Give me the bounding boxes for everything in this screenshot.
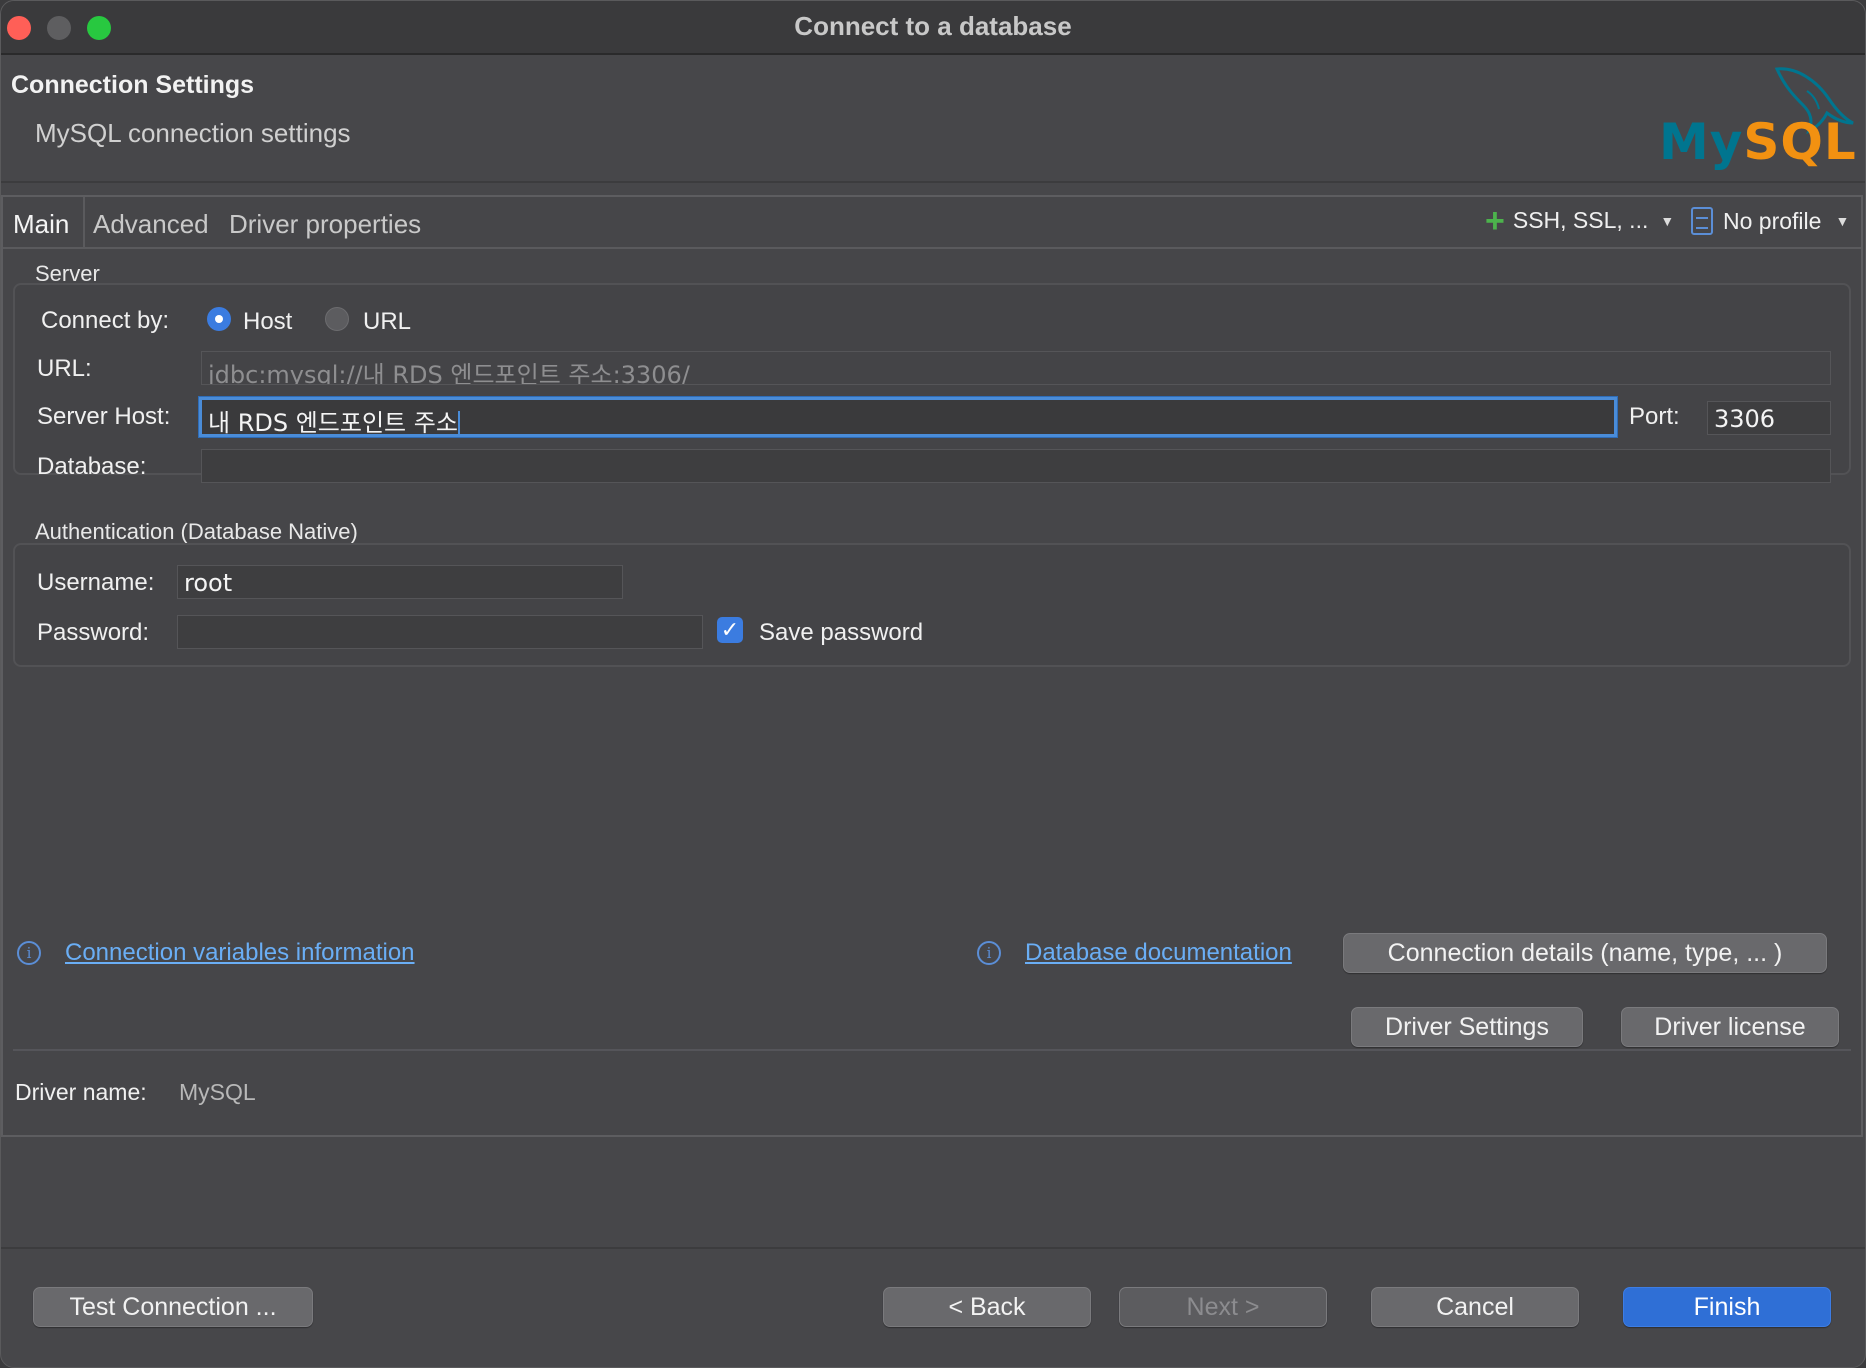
next-button[interactable]: Next >: [1119, 1287, 1327, 1327]
driver-settings-button[interactable]: Driver Settings: [1351, 1007, 1583, 1047]
document-icon: [1691, 207, 1713, 235]
ssh-ssl-dropdown[interactable]: + SSH, SSL, ... ▼: [1485, 201, 1675, 240]
test-connection-button[interactable]: Test Connection ...: [33, 1287, 313, 1327]
database-documentation-link[interactable]: Database documentation: [1025, 939, 1292, 967]
tab-driver-properties[interactable]: Driver properties: [229, 209, 421, 240]
username-label: Username:: [37, 569, 155, 596]
connection-variables-link[interactable]: Connection variables information: [65, 939, 415, 967]
url-radio-label[interactable]: URL: [363, 308, 411, 336]
connect-dialog: Connect to a database Connection Setting…: [0, 0, 1866, 1368]
info-icon: i: [17, 941, 41, 965]
database-label: Database:: [37, 453, 147, 480]
settings-panel: Main Advanced Driver properties + SSH, S…: [1, 195, 1863, 1137]
database-field[interactable]: [201, 449, 1831, 483]
info-icon: i: [977, 941, 1001, 965]
url-label: URL:: [37, 355, 92, 382]
host-radio-label[interactable]: Host: [243, 308, 292, 336]
save-password-label[interactable]: Save password: [759, 619, 923, 647]
title-bar: Connect to a database: [1, 1, 1865, 55]
url-field: jdbc:mysql://내 RDS 엔드포인트 주소:3306/: [201, 351, 1831, 385]
page-subtitle: MySQL connection settings: [35, 118, 351, 148]
url-radio[interactable]: [325, 307, 349, 331]
connect-by-label: Connect by:: [41, 307, 170, 334]
footer-divider: [1, 1247, 1865, 1249]
header-divider: [1, 181, 1865, 183]
port-field[interactable]: 3306: [1707, 401, 1831, 435]
profile-label: No profile: [1723, 207, 1822, 234]
auth-group-label: Authentication (Database Native): [35, 519, 358, 544]
mysql-logo: MySQL: [1659, 113, 1857, 171]
tab-advanced[interactable]: Advanced: [93, 209, 209, 240]
port-label: Port:: [1629, 403, 1680, 430]
plus-icon: +: [1485, 201, 1505, 240]
username-field[interactable]: root: [177, 565, 623, 599]
profile-dropdown[interactable]: No profile ▼: [1691, 207, 1849, 235]
password-field[interactable]: [177, 615, 703, 649]
window-title: Connect to a database: [794, 11, 1072, 41]
chevron-down-icon: ▼: [1660, 212, 1675, 229]
tab-bar: Main Advanced Driver properties + SSH, S…: [3, 197, 1861, 249]
driver-name-value: MySQL: [179, 1079, 256, 1105]
server-host-value: 내 RDS 엔드포인트 주소: [208, 409, 458, 437]
connection-details-button[interactable]: Connection details (name, type, ... ): [1343, 933, 1827, 973]
password-label: Password:: [37, 619, 150, 646]
driver-license-button[interactable]: Driver license: [1621, 1007, 1839, 1047]
ssh-ssl-label: SSH, SSL, ...: [1512, 207, 1649, 233]
text-caret: [457, 411, 460, 434]
driver-name-label: Driver name:: [15, 1079, 147, 1105]
server-host-label: Server Host:: [37, 403, 171, 430]
host-radio[interactable]: [207, 307, 231, 331]
tab-divider: [83, 197, 85, 249]
finish-button[interactable]: Finish: [1623, 1287, 1831, 1327]
page-title: Connection Settings: [11, 71, 255, 99]
chevron-down-icon: ▼: [1835, 213, 1850, 229]
cancel-button[interactable]: Cancel: [1371, 1287, 1579, 1327]
server-host-field[interactable]: 내 RDS 엔드포인트 주소: [199, 397, 1617, 437]
save-password-checkbox[interactable]: ✓: [717, 617, 743, 643]
back-button[interactable]: < Back: [883, 1287, 1091, 1327]
divider: [13, 1049, 1851, 1051]
tab-main[interactable]: Main: [13, 209, 69, 240]
